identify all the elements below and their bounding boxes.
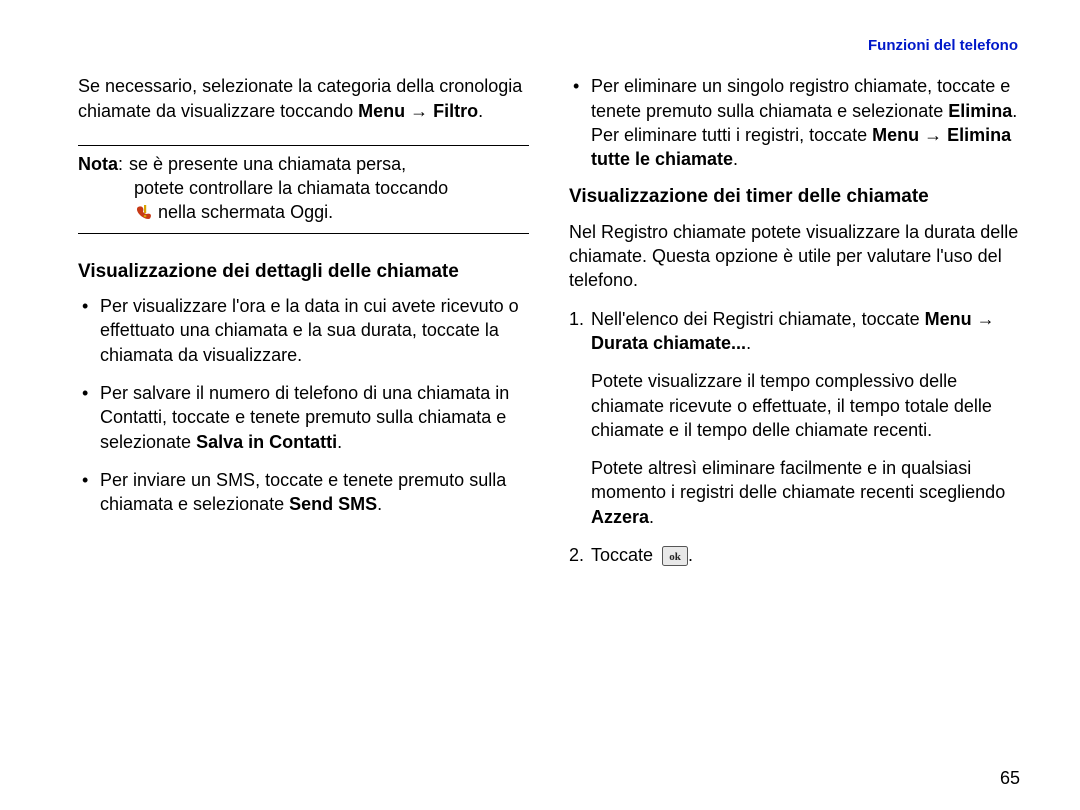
left-bullet-3: Per inviare un SMS, toccate e tenete pre… [100, 468, 529, 517]
note-block: Nota: se è presente una chiamata persa, … [78, 145, 529, 234]
svg-text:ok: ok [669, 551, 682, 563]
note-label: Nota [78, 152, 118, 176]
bullet-arrow: → [919, 125, 947, 145]
right-column: Per eliminare un singolo registro chiama… [569, 74, 1020, 586]
bullet-bold: Send SMS [289, 494, 377, 514]
left-column: Se necessario, selezionate la categoria … [78, 74, 529, 586]
bullet-post: . [377, 494, 382, 514]
step1-post: . [746, 333, 751, 353]
note-colon: : [118, 152, 123, 176]
intro-arrow: → [405, 101, 433, 121]
bullet-post: . [337, 432, 342, 452]
step-2: 2. Toccate ok . [569, 543, 1020, 572]
left-bullet-list: Per visualizzare l'ora e la data in cui … [78, 294, 529, 516]
intro-paragraph: Se necessario, selezionate la categoria … [78, 74, 529, 123]
left-bullet-2: Per salvare il numero di telefono di una… [100, 381, 529, 454]
right-top-bullet-1: Per eliminare un singolo registro chiama… [591, 74, 1020, 171]
step1-sub2-pre: Potete altresì eliminare facilmente e in… [591, 458, 1005, 502]
note-line1b: potete controllare la chiamata toccando [134, 176, 529, 200]
step-number: 1. [569, 307, 591, 529]
step2-post: . [688, 545, 693, 565]
right-intro: Nel Registro chiamate potete visualizzar… [569, 220, 1020, 293]
step1-sub1: Potete visualizzare il tempo complessivo… [591, 369, 1020, 442]
bullet-post: . [733, 149, 738, 169]
step1-sub2-bold: Azzera [591, 507, 649, 527]
intro-menu-bold: Menu [358, 101, 405, 121]
header-section-title: Funzioni del telefono [78, 36, 1020, 56]
left-subheading: Visualizzazione dei dettagli delle chiam… [78, 260, 529, 284]
step1-sub2-post: . [649, 507, 654, 527]
page-number: 65 [1000, 766, 1020, 790]
two-column-layout: Se necessario, selezionate la categoria … [78, 74, 1020, 586]
right-numbered-list: 1. Nell'elenco dei Registri chiamate, to… [569, 307, 1020, 573]
missed-call-icon [134, 204, 152, 222]
bullet-bold1: Elimina [948, 101, 1012, 121]
step-number: 2. [569, 543, 591, 572]
step-1: 1. Nell'elenco dei Registri chiamate, to… [569, 307, 1020, 529]
bullet-bold: Salva in Contatti [196, 432, 337, 452]
intro-filtro-bold: Filtro [433, 101, 478, 121]
intro-period: . [478, 101, 483, 121]
note-line2: nella schermata Oggi. [158, 200, 333, 224]
note-line1a: se è presente una chiamata persa, [129, 152, 406, 176]
step1-sub2: Potete altresì eliminare facilmente e in… [591, 456, 1020, 529]
left-bullet-1: Per visualizzare l'ora e la data in cui … [100, 294, 529, 367]
bullet-bold2: Menu [872, 125, 919, 145]
bullet-text: Per visualizzare l'ora e la data in cui … [100, 296, 519, 365]
step1-pre: Nell'elenco dei Registri chiamate, tocca… [591, 309, 925, 329]
ok-icon: ok [662, 546, 688, 572]
right-subheading: Visualizzazione dei timer delle chiamate [569, 185, 1020, 209]
right-top-bullet-list: Per eliminare un singolo registro chiama… [569, 74, 1020, 171]
step2-pre: Toccate [591, 545, 658, 565]
